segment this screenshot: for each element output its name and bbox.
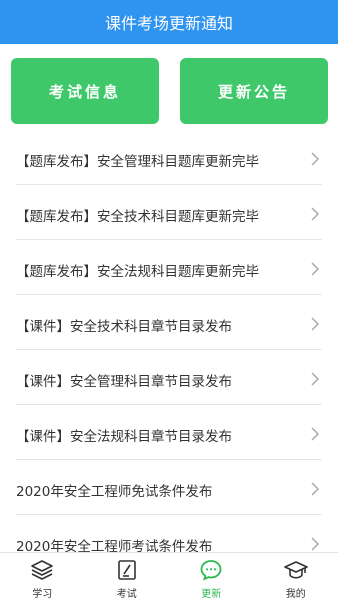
list-item[interactable]: 2020年安全工程师免试条件发布 — [16, 460, 322, 515]
bottom-tab-bar: 学习 考试 更新 我的 — [0, 552, 338, 600]
list-item[interactable]: 【课件】安全法规科目章节目录发布 — [16, 405, 322, 460]
chevron-right-icon — [311, 427, 320, 441]
notice-list: 【题库发布】安全管理科目题库更新完毕 【题库发布】安全技术科目题库更新完毕 【题… — [0, 130, 338, 552]
chevron-right-icon — [311, 317, 320, 331]
announcement-button[interactable]: 更新公告 — [180, 58, 328, 124]
list-item[interactable]: 【题库发布】安全管理科目题库更新完毕 — [16, 130, 322, 185]
exam-info-button[interactable]: 考试信息 — [11, 58, 159, 124]
list-item-title: 【题库发布】安全法规科目题库更新完毕 — [16, 264, 259, 280]
page-title: 课件考场更新通知 — [104, 14, 233, 33]
exam-edit-icon — [117, 560, 136, 580]
list-item[interactable]: 【题库发布】安全技术科目题库更新完毕 — [16, 185, 322, 240]
list-item[interactable]: 【课件】安全管理科目章节目录发布 — [16, 350, 322, 405]
tab-exam[interactable]: 考试 — [85, 553, 170, 600]
list-item-title: 2020年安全工程师考试条件发布 — [16, 539, 213, 552]
list-item-title: 【课件】安全法规科目章节目录发布 — [16, 429, 232, 445]
list-item[interactable]: 【题库发布】安全法规科目题库更新完毕 — [16, 240, 322, 295]
tab-label: 考试 — [116, 589, 137, 600]
tab-label: 更新 — [201, 589, 222, 600]
list-item-title: 【题库发布】安全技术科目题库更新完毕 — [16, 209, 259, 225]
layers-icon — [31, 560, 54, 580]
tab-study[interactable]: 学习 — [0, 553, 85, 600]
tab-label: 我的 — [285, 589, 306, 600]
list-item-title: 【课件】安全管理科目章节目录发布 — [16, 374, 232, 390]
chevron-right-icon — [311, 262, 320, 276]
tab-updates[interactable]: 更新 — [169, 553, 254, 600]
action-buttons: 考试信息 更新公告 — [0, 58, 338, 124]
list-item[interactable]: 2020年安全工程师考试条件发布 — [16, 515, 322, 552]
tab-mine[interactable]: 我的 — [254, 553, 338, 600]
tab-label: 学习 — [32, 589, 53, 600]
graduation-cap-icon — [283, 561, 308, 579]
header-bar: 课件考场更新通知 — [0, 0, 338, 44]
list-item-title: 【题库发布】安全管理科目题库更新完毕 — [16, 154, 259, 170]
app-root: 课件考场更新通知 考试信息 更新公告 【题库发布】安全管理科目题库更新完毕 【题… — [0, 0, 338, 600]
chevron-right-icon — [311, 482, 320, 496]
list-item[interactable]: 【课件】安全技术科目章节目录发布 — [16, 295, 322, 350]
chat-bubble-icon — [200, 560, 222, 581]
chevron-right-icon — [311, 152, 320, 166]
chevron-right-icon — [311, 372, 320, 386]
chevron-right-icon — [311, 207, 320, 221]
list-item-title: 【课件】安全技术科目章节目录发布 — [16, 319, 232, 335]
list-item-title: 2020年安全工程师免试条件发布 — [16, 484, 213, 500]
chevron-right-icon — [311, 537, 320, 551]
